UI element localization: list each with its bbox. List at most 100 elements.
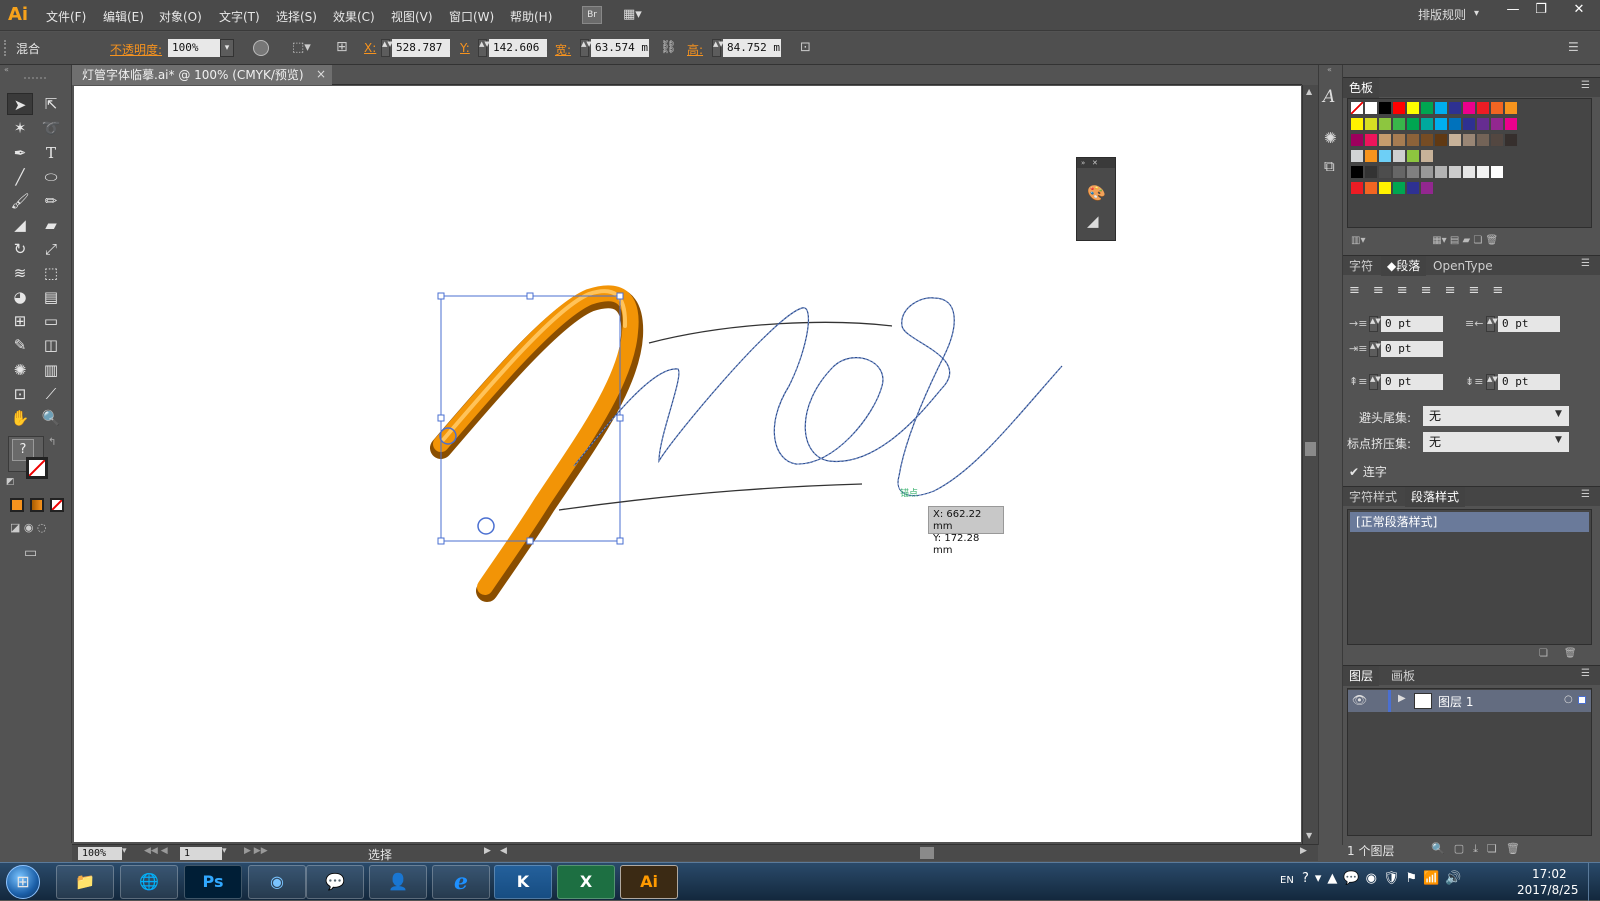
tab-swatches[interactable]: 色板 <box>1343 78 1380 98</box>
taskbar-app-4[interactable]: ◉ <box>248 865 306 899</box>
chevron-down-icon[interactable]: ▾ <box>1474 8 1479 19</box>
swatch[interactable] <box>1350 165 1364 179</box>
eraser-tool-icon[interactable]: ▰ <box>38 214 64 236</box>
paragraph-align-buttons[interactable]: ≡≡≡≡≡≡≡ <box>1349 283 1594 305</box>
opacity-dropdown-icon[interactable]: ▾ <box>220 39 234 57</box>
space-after-spinner[interactable]: ▲▼ <box>1486 374 1498 390</box>
mojikumi-select[interactable]: 无 <box>1423 432 1569 452</box>
swatch[interactable] <box>1476 133 1490 147</box>
swatch[interactable] <box>1420 117 1434 131</box>
taskbar-k-app[interactable]: K <box>494 865 552 899</box>
zoom-dropdown-icon[interactable]: ▾ <box>122 846 127 856</box>
swatch[interactable] <box>1490 133 1504 147</box>
taskbar-browser[interactable]: 🌐 <box>120 865 178 899</box>
swatch[interactable] <box>1364 165 1378 179</box>
menu-type[interactable]: 文字(T) <box>219 8 260 25</box>
menu-effect[interactable]: 效果(C) <box>333 8 375 25</box>
color-mode-icon[interactable] <box>10 498 24 512</box>
tab-character[interactable]: 字符 <box>1343 256 1379 276</box>
clock-time[interactable]: 17:02 <box>1532 867 1567 881</box>
kinsoku-select[interactable]: 无 <box>1423 406 1569 426</box>
swatch-footer-icons[interactable]: ▥▾ ▦▾ ▤ ▰ ❏ 🗑 <box>1351 235 1591 249</box>
graph-tool-icon[interactable]: ▥ <box>38 359 64 381</box>
taskbar-explorer[interactable]: 📁 <box>56 865 114 899</box>
right-indent-field[interactable]: 0 pt <box>1498 316 1560 332</box>
artwork[interactable]: 锚点 <box>74 86 1301 842</box>
hand-tool-icon[interactable]: ✋ <box>7 407 33 429</box>
swatch[interactable] <box>1392 181 1406 195</box>
bridge-button[interactable]: Br <box>582 6 602 24</box>
swatch[interactable] <box>1462 101 1476 115</box>
taskbar-ie[interactable]: e <box>432 865 490 899</box>
swatch[interactable] <box>1462 165 1476 179</box>
menu-object[interactable]: 对象(O) <box>159 8 202 25</box>
swatch[interactable] <box>1406 149 1420 163</box>
panel-menu-icon[interactable]: ☰ <box>1581 80 1590 91</box>
transform-panel-icon[interactable]: ⧉ <box>1324 157 1335 175</box>
swatch[interactable] <box>1406 165 1420 179</box>
arrange-documents-icon[interactable]: ▦▾ <box>623 7 651 23</box>
swatch[interactable] <box>1434 133 1448 147</box>
swatch[interactable] <box>1350 149 1364 163</box>
draw-mode-icons[interactable]: ◪ ◉ ◌ <box>10 521 64 537</box>
menu-file[interactable]: 文件(F) <box>46 8 86 25</box>
swatch[interactable] <box>1392 133 1406 147</box>
space-after-field[interactable]: 0 pt <box>1498 374 1560 390</box>
close-button[interactable]: ✕ <box>1562 0 1596 22</box>
tray-icons[interactable]: ?▾▲💬◉🛡⚑📶🔊 <box>1302 871 1467 886</box>
opacity-label[interactable]: 不透明度: <box>110 41 162 58</box>
paintbrush-tool-icon[interactable]: 🖌 <box>7 190 33 212</box>
swatch[interactable] <box>1504 133 1518 147</box>
shape-builder-tool-icon[interactable]: ◕ <box>7 286 33 308</box>
style-item-normal[interactable]: [正常段落样式] <box>1350 512 1589 532</box>
panel-menu-icon[interactable]: ☰ <box>1568 40 1579 54</box>
tab-layers[interactable]: 图层 <box>1343 666 1380 686</box>
taskbar-wechat[interactable]: 💬 <box>306 865 364 899</box>
collapse-icon[interactable]: « <box>4 65 9 74</box>
swatch[interactable] <box>1392 165 1406 179</box>
tab-opentype[interactable]: OpenType <box>1427 256 1499 276</box>
direct-selection-tool-icon[interactable]: ⇱ <box>38 93 64 115</box>
opacity-field[interactable]: 100% <box>168 39 220 57</box>
guide-stroke-top[interactable] <box>648 321 893 344</box>
swatch[interactable] <box>1378 117 1392 131</box>
swatch[interactable] <box>1350 117 1364 131</box>
collapse-icon[interactable]: « <box>1327 65 1332 74</box>
left-indent-spinner[interactable]: ▲▼ <box>1369 316 1381 332</box>
magic-wand-tool-icon[interactable]: ✶ <box>7 117 33 139</box>
taskbar-photoshop[interactable]: Ps <box>184 865 242 899</box>
y-spinner[interactable]: ▲▼ <box>478 39 490 57</box>
swatch[interactable] <box>1364 181 1378 195</box>
layer-footer-icons[interactable]: 🔍▢⤓❏🗑 <box>1431 842 1529 856</box>
document-tab[interactable]: 灯管字体临摹.ai* @ 100% (CMYK/预览) <box>72 65 332 85</box>
first-artboard-icon[interactable]: ◀◀ ◀ <box>144 846 168 856</box>
target-circle-icon[interactable]: ○ <box>1564 694 1573 705</box>
ellipse-tool-icon[interactable]: ⬭ <box>38 166 64 188</box>
status-menu-icon[interactable]: ▶ <box>484 846 491 856</box>
zoom-tool-icon[interactable]: 🔍 <box>38 407 64 429</box>
none-mode-icon[interactable] <box>50 498 64 512</box>
x-spinner[interactable]: ▲▼ <box>381 39 393 57</box>
menu-window[interactable]: 窗口(W) <box>449 8 494 25</box>
style-footer-icons[interactable]: ❏ 🗑 <box>1539 648 1577 659</box>
swatch[interactable] <box>1490 117 1504 131</box>
workspace-switcher[interactable]: 排版规则 <box>1418 6 1466 23</box>
swatch[interactable] <box>1392 101 1406 115</box>
artboard-field[interactable]: 1 <box>180 847 222 860</box>
swatch[interactable] <box>1420 181 1434 195</box>
swatch[interactable] <box>1364 133 1378 147</box>
warp-tool-icon[interactable]: ≋ <box>7 262 33 284</box>
swatch[interactable] <box>1434 165 1448 179</box>
horizontal-scroll-thumb[interactable] <box>920 847 934 859</box>
guide-stroke-bottom[interactable] <box>558 483 863 511</box>
tab-artboards[interactable]: 画板 <box>1385 666 1421 686</box>
slice-tool-icon[interactable]: ⟋ <box>38 383 64 405</box>
swatch[interactable] <box>1392 149 1406 163</box>
swatch[interactable] <box>1378 181 1392 195</box>
x-field[interactable]: 528.787 ı <box>392 39 450 57</box>
line-tool-icon[interactable]: ╱ <box>7 166 33 188</box>
swatch[interactable] <box>1378 149 1392 163</box>
blend-tool-icon[interactable]: ◫ <box>38 334 64 356</box>
corner-shape-icon[interactable]: ◢ <box>1087 212 1107 230</box>
script-path[interactable] <box>573 297 1063 497</box>
